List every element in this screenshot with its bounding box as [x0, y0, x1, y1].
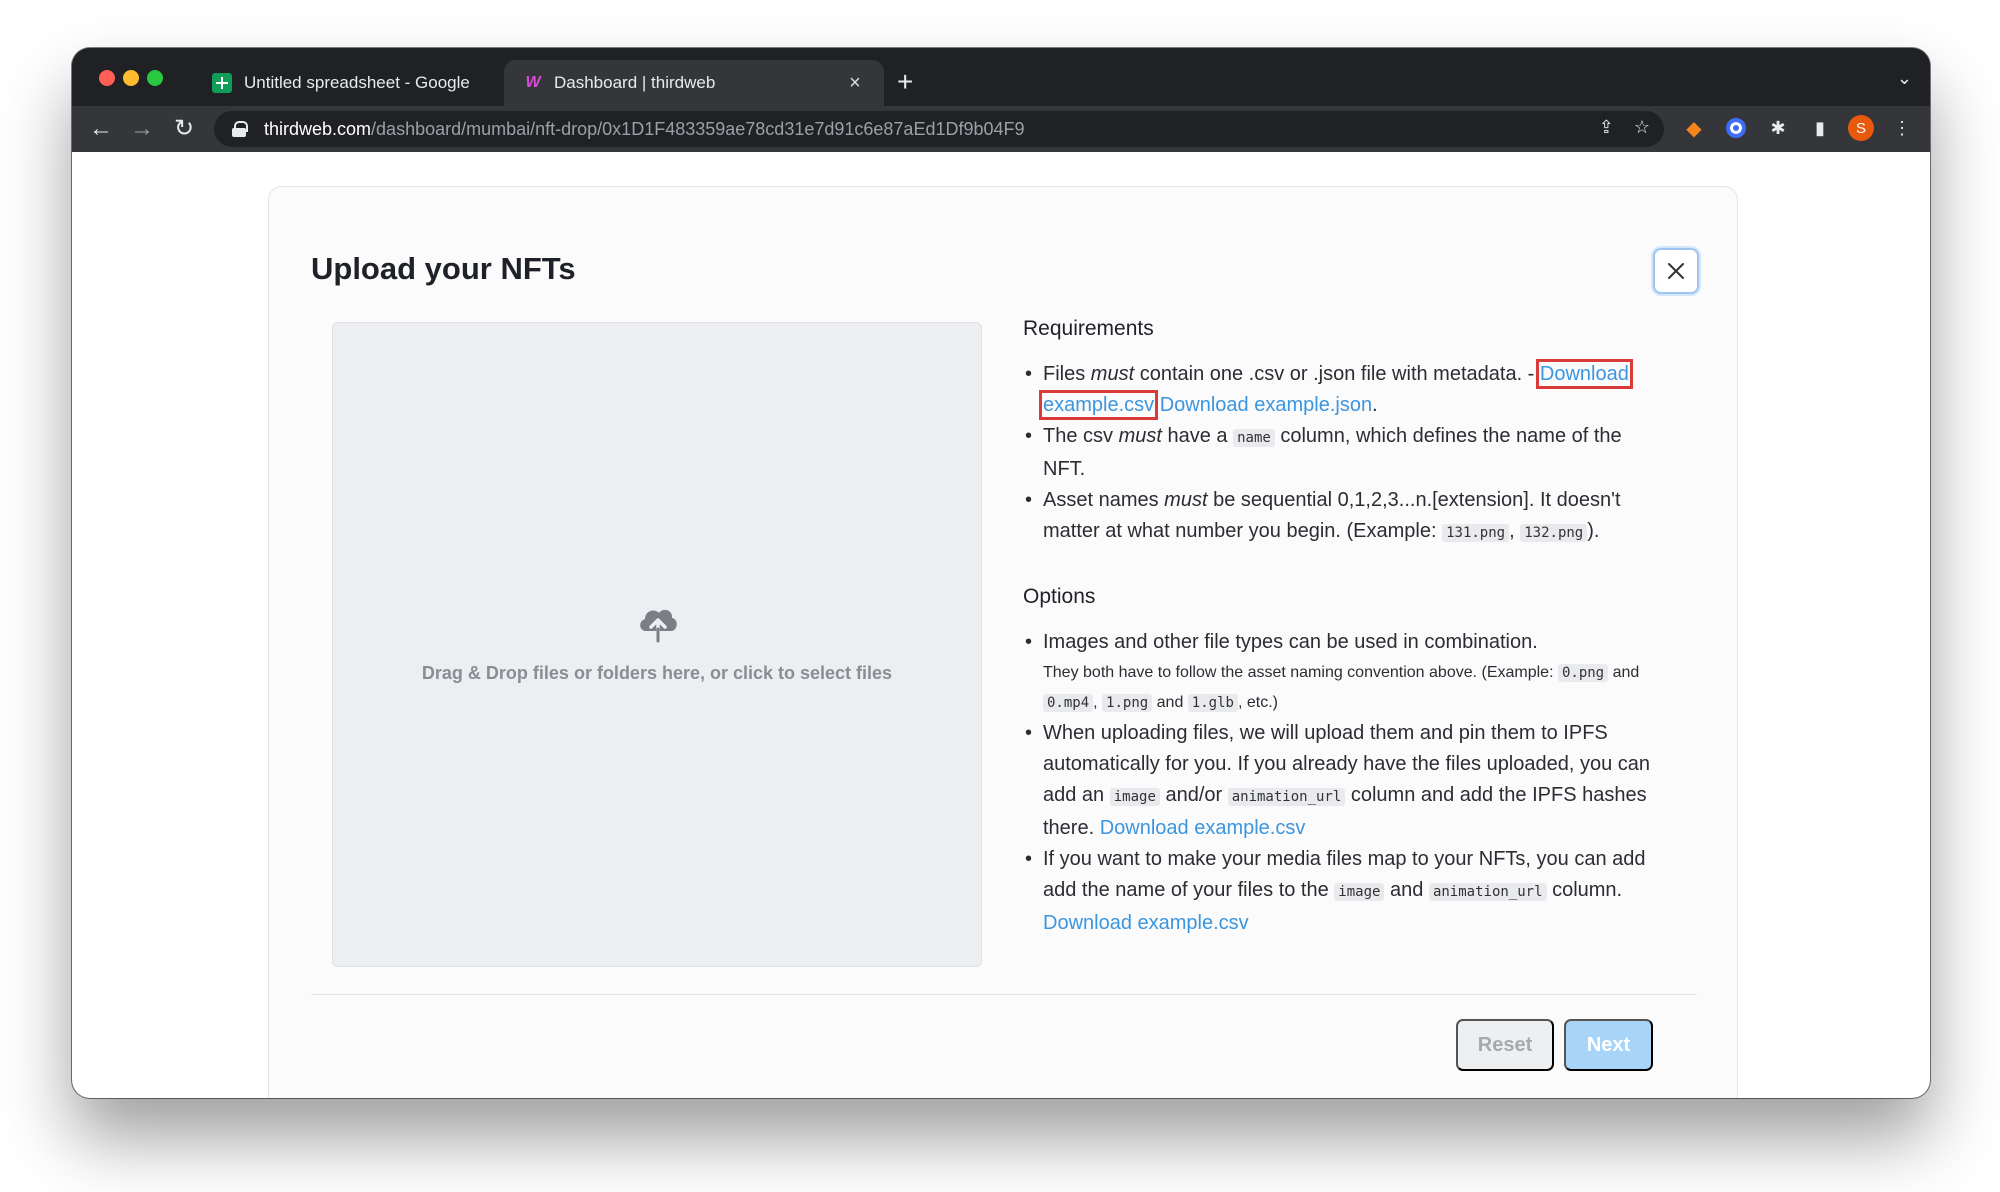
upload-nfts-modal: Upload your NFTs Drag & Drop files or fo… — [268, 186, 1738, 1098]
download-csv-link[interactable]: Download example.csv — [1043, 912, 1249, 934]
browser-window: Untitled spreadsheet - Google × W Dashbo… — [72, 48, 1930, 1098]
close-window-button[interactable] — [99, 70, 115, 86]
sheets-icon — [212, 73, 232, 93]
list-item: The csv must have a name column, which d… — [1023, 421, 1663, 485]
options-heading: Options — [1023, 585, 1096, 608]
profile-avatar[interactable]: S — [1848, 115, 1874, 141]
back-arrow-icon[interactable]: ← — [86, 114, 116, 144]
instructions-panel: Requirements Files must contain one .csv… — [1023, 317, 1663, 939]
tab-title: Untitled spreadsheet - Google — [244, 73, 470, 92]
lock-icon[interactable] — [232, 121, 248, 137]
modal-title: Upload your NFTs — [311, 251, 576, 286]
minimize-window-button[interactable] — [123, 70, 139, 86]
tab-bar: Untitled spreadsheet - Google × W Dashbo… — [72, 48, 1930, 106]
options-list: Images and other file types can be used … — [1023, 627, 1663, 939]
cloud-upload-icon — [640, 609, 677, 643]
next-button[interactable]: Next — [1564, 1019, 1653, 1071]
url-path: /dashboard/mumbai/nft-drop/0x1D1F483359a… — [371, 118, 1025, 139]
close-modal-button[interactable] — [1653, 248, 1699, 294]
bookmark-star-icon[interactable]: ☆ — [1634, 117, 1650, 138]
address-bar[interactable]: thirdweb.com/dashboard/mumbai/nft-drop/0… — [214, 111, 1664, 147]
tab-dashboard[interactable]: W Dashboard | thirdweb × — [504, 60, 884, 106]
more-menu-icon[interactable]: ⋮ — [1888, 114, 1916, 142]
side-panel-icon[interactable]: ▮ — [1806, 114, 1834, 142]
maximize-window-button[interactable] — [147, 70, 163, 86]
tab-title: Dashboard | thirdweb — [554, 73, 716, 92]
requirements-heading: Requirements — [1023, 317, 1154, 340]
list-item: Files must contain one .csv or .json fil… — [1023, 359, 1663, 421]
new-tab-button[interactable]: + — [897, 68, 913, 96]
wallet-extension-icon[interactable] — [1722, 114, 1750, 142]
download-json-link[interactable]: Download example.json — [1160, 394, 1372, 416]
list-item: Images and other file types can be used … — [1023, 627, 1663, 718]
list-item: When uploading files, we will upload the… — [1023, 718, 1663, 844]
file-dropzone[interactable]: Drag & Drop files or folders here, or cl… — [332, 322, 982, 967]
thirdweb-icon: W — [525, 74, 540, 91]
footer-divider — [311, 994, 1697, 995]
list-item: If you want to make your media files map… — [1023, 844, 1663, 939]
close-icon — [1668, 263, 1684, 279]
download-csv-link[interactable]: Download example.csv — [1100, 817, 1306, 839]
url-host: thirdweb.com — [264, 118, 372, 139]
browser-toolbar: ← → ↻ thirdweb.com/dashboard/mumbai/nft-… — [72, 106, 1930, 152]
tab-close-icon[interactable]: × — [844, 72, 866, 95]
forward-arrow-icon[interactable]: → — [127, 114, 157, 144]
metamask-extension-icon[interactable]: ◆ — [1680, 114, 1708, 142]
requirements-list: Files must contain one .csv or .json fil… — [1023, 359, 1663, 549]
extensions-puzzle-icon[interactable]: ✱ — [1764, 114, 1792, 142]
reload-icon[interactable]: ↻ — [169, 114, 199, 144]
reset-button[interactable]: Reset — [1456, 1019, 1554, 1071]
naming-note: They both have to follow the asset namin… — [1043, 664, 1640, 712]
share-icon[interactable]: ⇪ — [1599, 117, 1614, 138]
page-viewport: Upload your NFTs Drag & Drop files or fo… — [72, 152, 1930, 1098]
dropzone-text: Drag & Drop files or folders here, or cl… — [421, 663, 893, 683]
chevron-down-icon[interactable]: ⌄ — [1897, 68, 1912, 89]
list-item: Asset names must be sequential 0,1,2,3..… — [1023, 485, 1663, 549]
